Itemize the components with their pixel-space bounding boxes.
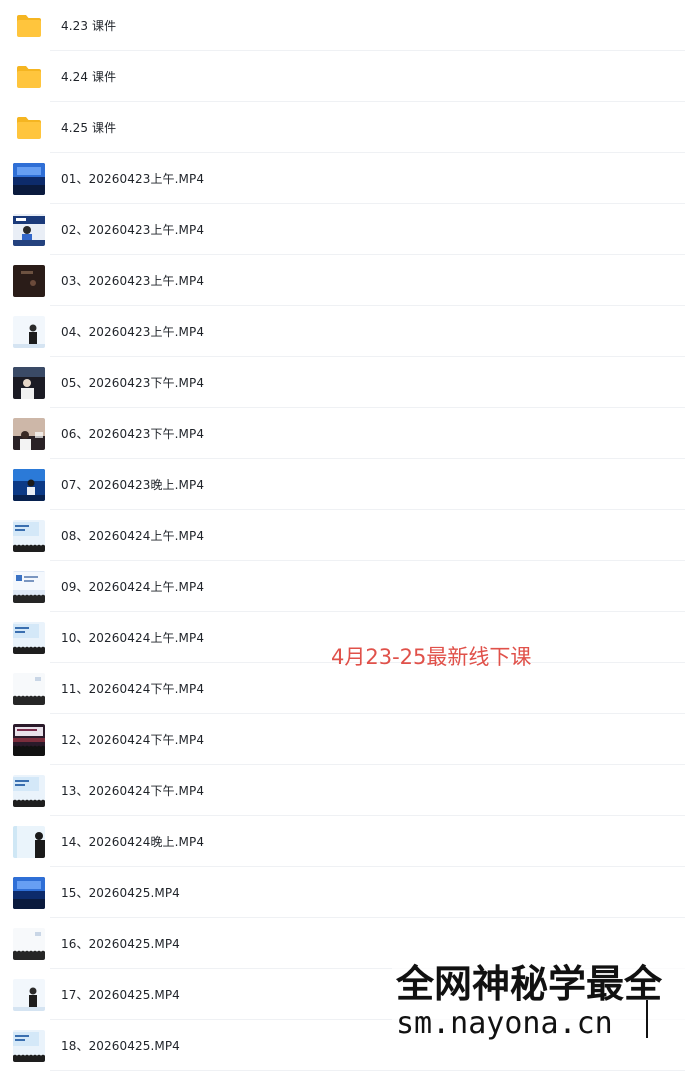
- watermark-title: 全网神秘学最全: [396, 961, 663, 1006]
- course-annotation: 4月23-25最新线下课: [331, 645, 532, 669]
- video-file-row[interactable]: 14、20260424晚上.MP4: [0, 816, 685, 867]
- file-name: 12、20260424下午.MP4: [61, 733, 205, 747]
- file-name: 08、20260424上午.MP4: [61, 529, 205, 543]
- video-file-row[interactable]: 13、20260424下午.MP4: [0, 765, 685, 816]
- video-thumbnail: [13, 723, 45, 756]
- video-thumbnail: [13, 774, 45, 807]
- folder-name: 4.24 课件: [61, 70, 117, 84]
- video-thumbnail: [13, 1029, 45, 1062]
- folder-name: 4.23 课件: [61, 19, 117, 33]
- video-thumbnail: [13, 621, 45, 654]
- file-name: 01、20260423上午.MP4: [61, 172, 205, 186]
- video-thumbnail: [13, 876, 45, 909]
- file-name: 02、20260423上午.MP4: [61, 223, 205, 237]
- video-thumbnail: [13, 162, 45, 195]
- video-file-row[interactable]: 01、20260423上午.MP4: [0, 153, 685, 204]
- file-name: 16、20260425.MP4: [61, 937, 180, 951]
- video-thumbnail: [13, 825, 45, 858]
- file-name: 09、20260424上午.MP4: [61, 580, 205, 594]
- video-thumbnail: [13, 468, 45, 501]
- folder-icon: [15, 64, 43, 90]
- folder-row[interactable]: 4.25 课件: [0, 102, 685, 153]
- video-file-row[interactable]: 12、20260424下午.MP4: [0, 714, 685, 765]
- file-name: 04、20260423上午.MP4: [61, 325, 205, 339]
- video-file-row[interactable]: 04、20260423上午.MP4: [0, 306, 685, 357]
- video-file-row[interactable]: 08、20260424上午.MP4: [0, 510, 685, 561]
- video-thumbnail: [13, 213, 45, 246]
- video-file-row[interactable]: 05、20260423下午.MP4: [0, 357, 685, 408]
- file-name: 15、20260425.MP4: [61, 886, 180, 900]
- file-name: 11、20260424下午.MP4: [61, 682, 205, 696]
- file-name: 14、20260424晚上.MP4: [61, 835, 205, 849]
- video-file-row[interactable]: 02、20260423上午.MP4: [0, 204, 685, 255]
- folder-icon: [15, 13, 43, 39]
- file-name: 05、20260423下午.MP4: [61, 376, 205, 390]
- video-thumbnail: [13, 264, 45, 297]
- folder-row[interactable]: 4.23 课件: [0, 0, 685, 51]
- video-thumbnail: [13, 366, 45, 399]
- file-name: 13、20260424下午.MP4: [61, 784, 205, 798]
- video-thumbnail: [13, 417, 45, 450]
- file-name: 10、20260424上午.MP4: [61, 631, 205, 645]
- video-thumbnail: [13, 978, 45, 1011]
- text-cursor: [646, 1000, 648, 1038]
- video-thumbnail: [13, 570, 45, 603]
- video-file-row[interactable]: 03、20260423上午.MP4: [0, 255, 685, 306]
- file-name: 06、20260423下午.MP4: [61, 427, 205, 441]
- file-name: 18、20260425.MP4: [61, 1039, 180, 1053]
- video-file-row[interactable]: 09、20260424上午.MP4: [0, 561, 685, 612]
- video-file-row[interactable]: 15、20260425.MP4: [0, 867, 685, 918]
- video-file-row[interactable]: 07、20260423晚上.MP4: [0, 459, 685, 510]
- video-file-row[interactable]: 06、20260423下午.MP4: [0, 408, 685, 459]
- file-name: 03、20260423上午.MP4: [61, 274, 205, 288]
- folder-row[interactable]: 4.24 课件: [0, 51, 685, 102]
- video-thumbnail: [13, 315, 45, 348]
- file-list: 4.23 课件 4.24 课件 4.25 课件 01、20260423上午.MP4 02…: [0, 0, 685, 1071]
- file-name: 07、20260423晚上.MP4: [61, 478, 205, 492]
- folder-name: 4.25 课件: [61, 121, 117, 135]
- video-thumbnail: [13, 927, 45, 960]
- video-thumbnail: [13, 519, 45, 552]
- folder-icon: [15, 115, 43, 141]
- file-name: 17、20260425.MP4: [61, 988, 180, 1002]
- watermark-url: sm.nayona.cn: [396, 1006, 613, 1041]
- video-thumbnail: [13, 672, 45, 705]
